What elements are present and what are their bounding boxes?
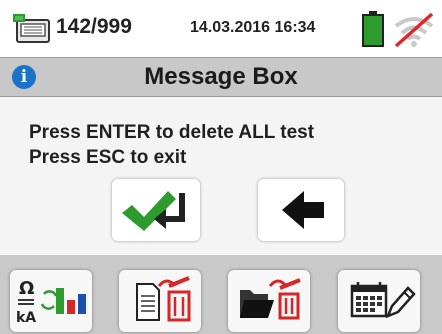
status-bar: 142/999 14.03.2016 16:34: [0, 0, 442, 56]
message-line-exit: Press ESC to exit: [29, 147, 187, 168]
measure-chart-icon: Ω kA: [16, 278, 86, 326]
message-line-delete: Press ENTER to delete ALL test: [29, 122, 315, 143]
dialog-title: Message Box: [144, 63, 298, 90]
back-arrow-icon: [282, 191, 324, 229]
tool-measure-results[interactable]: Ω kA: [10, 270, 92, 332]
enter-check-icon: [122, 191, 185, 231]
ohm-label: Ω: [19, 278, 34, 299]
delete-folder-icon: [240, 278, 301, 320]
message-box-header: i Message Box: [0, 57, 442, 97]
battery-full-icon: [362, 11, 384, 47]
delete-test-icon: [136, 276, 191, 322]
esc-button[interactable]: [258, 179, 344, 241]
memory-count: 142/999: [56, 15, 132, 38]
bottom-toolbar: Ω kA: [0, 255, 442, 334]
tool-date-time-settings[interactable]: [338, 270, 420, 332]
message-body: Press ENTER to delete ALL test Press ESC…: [0, 97, 442, 255]
calendar-edit-icon: [350, 282, 416, 319]
tool-delete-test[interactable]: [119, 270, 201, 332]
tool-delete-folder[interactable]: [228, 270, 310, 332]
ka-label: kA: [16, 310, 36, 326]
memory-card-icon: [13, 14, 50, 43]
date-time: 14.03.2016 16:34: [190, 19, 316, 36]
wifi-off-icon: [394, 12, 434, 48]
enter-button[interactable]: [112, 179, 200, 241]
